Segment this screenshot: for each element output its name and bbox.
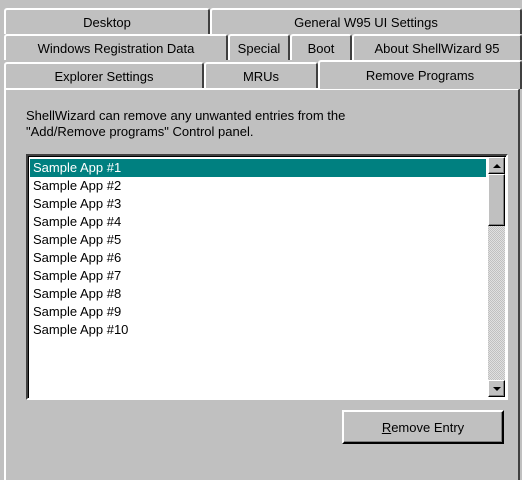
- button-label: emove Entry: [391, 419, 465, 435]
- tab-label: Remove Programs: [365, 68, 475, 83]
- programs-listbox[interactable]: Sample App #1 Sample App #2 Sample App #3 S…: [26, 154, 508, 400]
- description-line: ShellWizard can remove any unwanted entr…: [26, 108, 346, 123]
- tab-label: General W95 UI Settings: [294, 14, 438, 30]
- list-item[interactable]: Sample App #1: [30, 159, 486, 177]
- remove-programs-panel: ShellWizard can remove any unwanted entr…: [4, 88, 520, 480]
- tab-label: Boot: [307, 40, 335, 56]
- tab-desktop[interactable]: Desktop: [4, 8, 210, 34]
- list-item[interactable]: Sample App #5: [30, 231, 486, 249]
- button-mnemonic: R: [381, 419, 392, 435]
- arrow-down-icon: [492, 386, 501, 391]
- panel-description: ShellWizard can remove any unwanted entr…: [26, 108, 496, 140]
- list-item[interactable]: Sample App #10: [30, 321, 486, 339]
- tab-special[interactable]: Special: [228, 34, 290, 60]
- tab-windows-registration-data[interactable]: Windows Registration Data: [4, 34, 228, 60]
- tab-boot[interactable]: Boot: [290, 34, 352, 60]
- tab-label: MRUs: [242, 68, 280, 84]
- scroll-down-button[interactable]: [488, 380, 505, 397]
- tab-label: Windows Registration Data: [37, 40, 195, 56]
- tab-label: Special: [237, 40, 281, 56]
- list-item[interactable]: Sample App #8: [30, 285, 486, 303]
- remove-entry-button[interactable]: Remove Entry: [342, 410, 504, 444]
- list-item[interactable]: Sample App #2: [30, 177, 486, 195]
- list-item[interactable]: Sample App #7: [30, 267, 486, 285]
- tab-about-shellwizard-95[interactable]: About ShellWizard 95: [352, 34, 522, 60]
- tab-label: Explorer Settings: [54, 68, 154, 84]
- scroll-up-button[interactable]: [488, 157, 505, 174]
- scroll-thumb[interactable]: [488, 174, 505, 226]
- tab-label: About ShellWizard 95: [374, 40, 500, 56]
- list-item[interactable]: Sample App #9: [30, 303, 486, 321]
- tab-remove-programs[interactable]: Remove Programs: [318, 60, 522, 89]
- programs-list: Sample App #1 Sample App #2 Sample App #3 S…: [30, 159, 486, 339]
- tab-mrus[interactable]: MRUs: [204, 62, 318, 88]
- tab-general-w95-ui-settings[interactable]: General W95 UI Settings: [210, 8, 522, 34]
- tab-explorer-settings[interactable]: Explorer Settings: [4, 62, 204, 88]
- arrow-up-icon: [492, 163, 501, 168]
- vertical-scrollbar[interactable]: [488, 157, 505, 397]
- description-line: "Add/Remove programs" Control panel.: [26, 124, 254, 139]
- list-item[interactable]: Sample App #6: [30, 249, 486, 267]
- list-item[interactable]: Sample App #3: [30, 195, 486, 213]
- tab-label: Desktop: [83, 14, 131, 30]
- list-item[interactable]: Sample App #4: [30, 213, 486, 231]
